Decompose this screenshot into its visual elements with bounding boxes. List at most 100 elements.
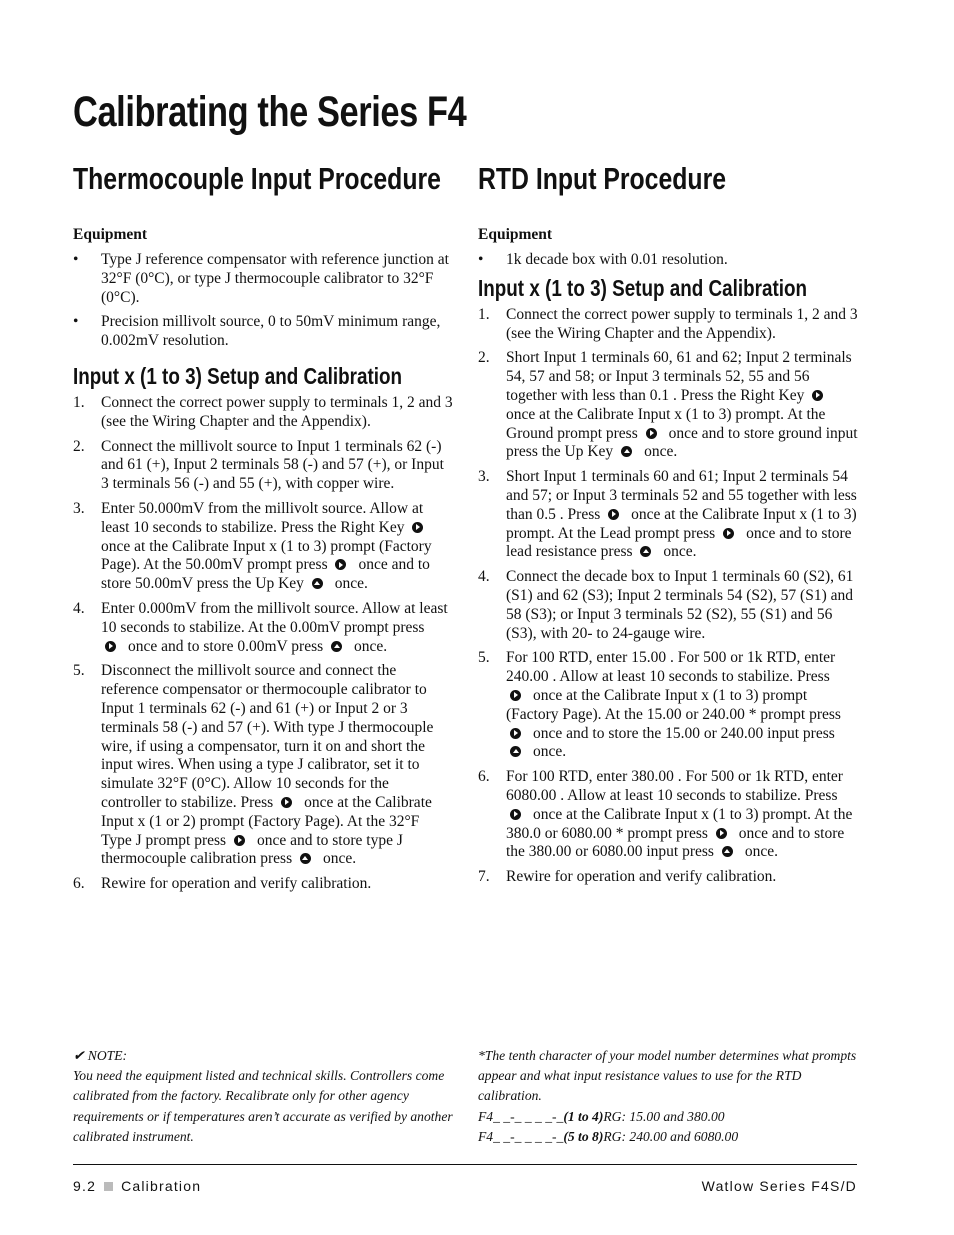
- bullet-marker: •: [73, 313, 79, 331]
- step-number: 4.: [73, 599, 85, 617]
- step-item: 1. Connect the correct power supply to te…: [478, 306, 858, 344]
- equipment-label: Equipment: [73, 226, 148, 243]
- step-text: once.: [354, 637, 388, 655]
- step-item: 4. Enter 0.000mV from the millivolt sourc…: [73, 600, 453, 656]
- right-key-icon: [281, 796, 293, 808]
- equipment-label: Equipment: [478, 226, 553, 243]
- up-key-icon: [510, 746, 521, 758]
- thermocouple-heading: Thermocouple Input Procedure: [73, 161, 441, 196]
- footer-product: Watlow Series F4S/D: [701, 1178, 857, 1194]
- step-text: Enter 0.000mV from the millivolt source.…: [101, 599, 448, 636]
- right-key-icon: [412, 521, 424, 533]
- step-item: 3. Enter 50.000mV from the millivolt sour…: [73, 500, 453, 594]
- up-key-icon: [621, 446, 633, 458]
- up-key-icon: [331, 640, 343, 652]
- right-key-icon: [715, 827, 727, 839]
- step-text: For 100 RTD, enter 380.00 . For 500 or 1…: [506, 768, 843, 804]
- step-item: 6. Rewire for operation and verify calibr…: [73, 875, 453, 894]
- step-item: 2. Short Input 1 terminals 60, 61 and 62;…: [478, 349, 858, 462]
- up-key-icon: [640, 546, 652, 558]
- note-text: You need the equipment listed and techni…: [73, 1068, 453, 1144]
- right-key-icon: [510, 689, 521, 701]
- step-text: Type J reference compensator with refere…: [101, 251, 449, 306]
- up-key-icon: [299, 853, 311, 865]
- step-text: Connect the correct power supply to term…: [506, 305, 858, 342]
- model-line: F4_ _-_ _ _ _-_(5 to 8)RG: 240.00 and 60…: [478, 1128, 739, 1144]
- step-text: Connect the millivolt source to Input 1 …: [101, 437, 444, 493]
- square-bullet-icon: [104, 1182, 114, 1191]
- right-key-icon: [812, 389, 824, 401]
- step-item: 5. For 100 RTD, enter 15.00 . For 500 or …: [478, 649, 858, 762]
- equipment-list: • Type J reference compensator with refer…: [73, 251, 453, 351]
- step-text: once.: [744, 843, 778, 861]
- step-text: 1k decade box with 0.01 resolution.: [506, 251, 728, 268]
- step-text: Precision millivolt source, 0 to 50mV mi…: [101, 313, 441, 350]
- right-key-icon: [105, 640, 116, 652]
- step-number: 6.: [73, 875, 85, 893]
- step-number: 2.: [73, 437, 85, 455]
- step-text: once.: [663, 543, 697, 561]
- bullet-marker: •: [73, 251, 79, 268]
- model-line: F4_ _-_ _ _ _-_(1 to 4)RG: 15.00 and 380…: [478, 1108, 725, 1124]
- step-number: 7.: [478, 868, 490, 886]
- steps-list: 1. Connect the correct power supply to te…: [478, 306, 858, 887]
- up-key-icon: [721, 846, 733, 858]
- page-number: 9.2: [73, 1178, 97, 1194]
- step-text: once.: [644, 443, 678, 461]
- step-item: 4. Connect the decade box to Input 1 term…: [478, 568, 858, 643]
- step-number: 5.: [478, 649, 490, 667]
- step-text: Short Input 1 terminals 60, 61 and 62; I…: [506, 349, 852, 404]
- step-number: 4.: [478, 568, 490, 586]
- step-text: once.: [322, 850, 357, 868]
- right-key-icon: [645, 427, 657, 439]
- step-number: 3.: [478, 468, 490, 486]
- step-text: Rewire for operation and verify calibrat…: [101, 875, 372, 893]
- footer-divider: [73, 1164, 857, 1165]
- step-number: 2.: [478, 349, 490, 367]
- rtd-column: RTD Input Procedure Equipment • 1k decade…: [478, 161, 858, 893]
- step-text: once at the Calibrate Input x (1 to 3) p…: [506, 686, 841, 723]
- step-text: once and to store the 15.00 or 240.00 in…: [533, 724, 835, 742]
- right-key-icon: [233, 834, 245, 846]
- footer-left: 9.2 Calibration: [73, 1178, 201, 1194]
- bullet-item: • Type J reference compensator with refer…: [73, 251, 453, 307]
- step-number: 6.: [478, 768, 490, 786]
- step-text: once.: [533, 743, 567, 761]
- footnote-text: *The tenth character of your model numbe…: [478, 1048, 857, 1104]
- step-item: 7. Rewire for operation and verify calibr…: [478, 868, 858, 887]
- bullet-item: • 1k decade box with 0.01 resolution.: [478, 251, 858, 270]
- step-number: 5.: [73, 662, 85, 680]
- right-key-icon: [510, 808, 521, 820]
- step-item: 6. For 100 RTD, enter 380.00 . For 500 or…: [478, 768, 858, 862]
- note-box: ✔ NOTE: You need the equipment listed an…: [73, 1046, 458, 1147]
- step-item: 3. Short Input 1 terminals 60 and 61; Inp…: [478, 468, 858, 562]
- step-text: Rewire for operation and verify calibrat…: [506, 868, 777, 886]
- setup-subheading: Input x (1 to 3) Setup and Calibration: [73, 362, 403, 389]
- bullet-marker: •: [478, 251, 484, 268]
- setup-subheading: Input x (1 to 3) Setup and Calibration: [478, 274, 808, 301]
- step-number: 3.: [73, 499, 85, 517]
- right-key-icon: [723, 527, 735, 539]
- step-text: once.: [334, 575, 368, 593]
- steps-list: 1. Connect the correct power supply to te…: [73, 394, 453, 894]
- step-text: For 100 RTD, enter 15.00 . For 500 or 1k…: [506, 649, 836, 686]
- step-item: 2. Connect the millivolt source to Input …: [73, 438, 453, 494]
- step-item: 5. Disconnect the millivolt source and co…: [73, 662, 453, 869]
- bullet-item: • Precision millivolt source, 0 to 50mV m…: [73, 313, 453, 351]
- thermocouple-column: Thermocouple Input Procedure Equipment •…: [73, 161, 453, 900]
- right-key-icon: [335, 559, 347, 571]
- step-text: Connect the correct power supply to term…: [101, 393, 453, 430]
- step-text: Enter 50.000mV from the millivolt source…: [101, 499, 424, 536]
- footnote-box: *The tenth character of your model numbe…: [478, 1046, 863, 1147]
- step-item: 1. Connect the correct power supply to te…: [73, 394, 453, 432]
- step-text: once and to store 0.00mV press: [128, 637, 328, 655]
- step-number: 1.: [478, 305, 490, 323]
- section-name: Calibration: [121, 1178, 202, 1194]
- step-text: Connect the decade box to Input 1 termin…: [506, 568, 854, 642]
- equipment-list: • 1k decade box with 0.01 resolution.: [478, 251, 858, 270]
- right-key-icon: [608, 508, 620, 520]
- rtd-heading: RTD Input Procedure: [478, 161, 727, 196]
- step-number: 1.: [73, 393, 85, 411]
- note-label: ✔ NOTE:: [73, 1048, 128, 1063]
- step-text: Disconnect the millivolt source and conn…: [101, 662, 434, 811]
